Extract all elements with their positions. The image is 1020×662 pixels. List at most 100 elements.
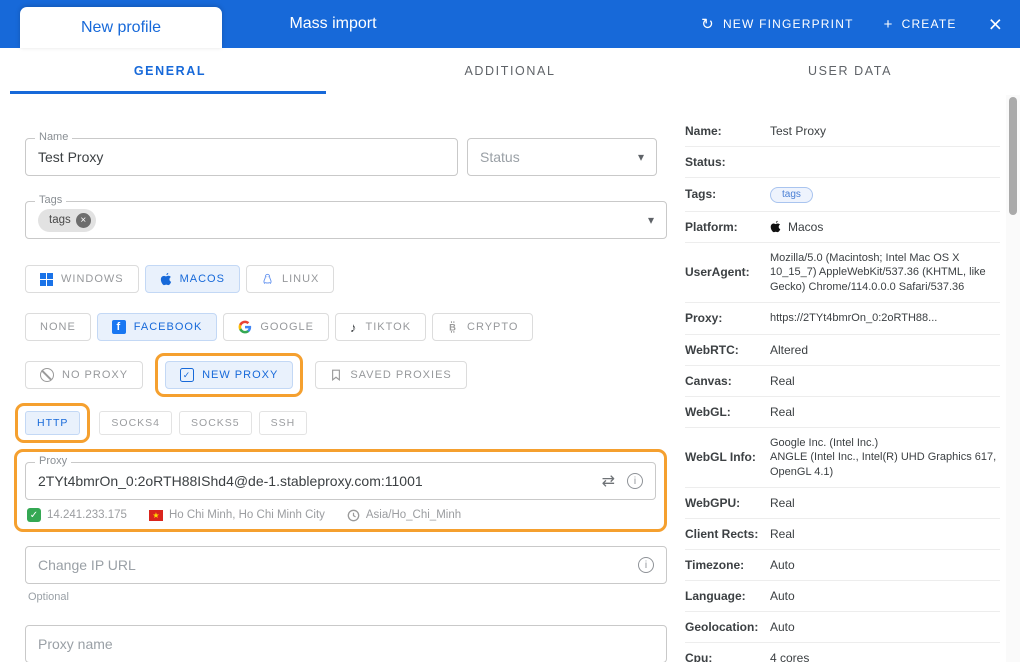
proxy-timezone: Asia/Ho_Chi_Minh [347,509,461,522]
summary-value: Test Proxy [770,124,827,138]
proxy-ip: ✓ 14.241.233.175 [27,508,127,522]
protocol-tab-socks4[interactable]: SOCKS4 [99,411,173,435]
protocol-tab-http[interactable]: HTTP [25,411,81,435]
summary-key: WebGL: [685,404,731,419]
summary-value: Real [770,373,795,388]
crypto-button[interactable]: B CRYPTO [432,313,534,341]
svg-text:B: B [449,321,457,332]
tab-mass-import[interactable]: Mass import [222,0,444,48]
linux-button[interactable]: LINUX [245,265,335,293]
summary-key: WebGL Info: [685,450,756,465]
new-proxy-button[interactable]: ✓ NEW PROXY [165,361,294,389]
summary-row-geolocation: Geolocation: Auto [685,612,1000,644]
summary-key: WebRTC: [685,342,739,357]
tab-new-profile-label: New profile [80,18,162,36]
os-selector: WINDOWS MACOS LINUX [25,265,667,293]
summary-value: Altered [770,342,809,357]
change-ip-field[interactable]: i [25,546,667,584]
scrollbar[interactable] [1009,97,1017,215]
create-label: CREATE [901,17,957,31]
google-icon [238,320,252,334]
highlight-new-proxy: ✓ NEW PROXY [155,353,304,397]
facebook-icon: f [111,320,126,334]
summary-row-platform: Platform: Macos [685,212,1000,243]
crypto-icon: B [449,321,457,333]
summary-row-timezone: Timezone: Auto [685,550,1000,582]
tab-user-data[interactable]: USER DATA [680,48,1020,94]
apple-icon [160,272,171,286]
summary-key: UserAgent: [685,265,750,280]
edit-box-icon: ✓ [180,368,195,382]
highlight-proxy-field: Proxy ⇄ i ✓ 14.241.233.175 ★ Ho Chi Minh… [14,449,667,532]
swap-icon[interactable]: ⇄ [602,471,615,491]
protocol-selector: HTTP SOCKS4 SOCKS5 SSH [15,403,667,443]
proxy-name-field[interactable] [25,625,667,662]
none-button[interactable]: NONE [25,313,91,341]
new-profile-window: New profile Mass import ↻ NEW FINGERPRIN… [0,0,1020,662]
info-icon[interactable]: i [627,473,643,489]
status-select[interactable]: Status ▾ [467,138,657,176]
tab-general[interactable]: GENERAL [0,48,340,94]
summary-key: Client Rects: [685,527,759,542]
tab-additional[interactable]: ADDITIONAL [340,48,680,94]
new-fingerprint-button[interactable]: ↻ NEW FINGERPRINT [701,17,853,32]
summary-key: WebGPU: [685,496,741,511]
name-field-label: Name [35,131,73,143]
create-button[interactable]: + CREATE [884,17,957,32]
summary-key: Tags: [685,187,717,202]
summary-row-name: Name: Test Proxy [685,116,1000,147]
macos-button[interactable]: MACOS [144,265,240,293]
proxy-input[interactable] [38,473,602,489]
summary-row-useragent: UserAgent: Mozilla/5.0 (Macintosh; Intel… [685,243,1000,304]
profile-form: Name Status ▾ Tags tags × ▾ [14,116,667,662]
tag-chip-label: tags [49,214,71,226]
summary-value: Real [770,527,795,542]
summary-row-canvas: Canvas: Real [685,366,1000,397]
close-icon[interactable]: × [987,12,1004,36]
socks5-label: SOCKS5 [191,417,240,429]
tiktok-icon: ♪ [350,319,358,335]
tags-field[interactable]: Tags tags × ▾ [25,194,667,239]
apple-icon [770,220,781,233]
summary-key: Language: [685,589,746,604]
summary-key: Proxy: [685,311,723,326]
tab-new-profile[interactable]: New profile [20,7,222,48]
summary-value-line2: ANGLE (Intel Inc., Intel(R) UHD Graphics… [770,451,997,478]
clock-icon [347,509,360,521]
summary-key: Status: [685,155,726,169]
highlight-http: HTTP [15,403,91,443]
protocol-tab-ssh[interactable]: SSH [258,411,308,435]
proxy-name-input[interactable] [38,636,654,652]
no-proxy-icon [40,368,54,382]
proxy-field[interactable]: Proxy ⇄ i [25,455,656,500]
change-ip-input[interactable] [38,557,638,573]
chevron-down-icon: ▾ [647,213,654,227]
info-icon[interactable]: i [638,557,654,573]
saved-proxies-button[interactable]: SAVED PROXIES [315,361,467,389]
no-proxy-button[interactable]: NO PROXY [25,361,144,389]
summary-key: Cpu: [685,651,713,662]
proxy-check-result: ✓ 14.241.233.175 ★ Ho Chi Minh, Ho Chi M… [25,508,656,522]
protocol-tab-socks5[interactable]: SOCKS5 [179,411,252,435]
facebook-button[interactable]: f FACEBOOK [96,313,218,341]
summary-value: Macos [788,219,824,234]
google-label: GOOGLE [260,321,314,333]
chevron-down-icon: ▾ [637,150,644,164]
plus-icon: + [883,15,894,33]
profile-summary: Name: Test Proxy Status: Tags: tags Plat… [685,116,1000,662]
name-field[interactable]: Name [25,131,458,176]
tiktok-button[interactable]: ♪ TIKTOK [335,313,427,341]
summary-row-cpu: Cpu: 4 cores [685,643,1000,662]
http-label: HTTP [37,417,69,429]
tag-remove-icon[interactable]: × [75,212,91,228]
proxy-timezone-text: Asia/Ho_Chi_Minh [365,509,462,521]
tab-user-data-label: USER DATA [807,64,893,78]
name-input[interactable] [38,149,445,165]
google-button[interactable]: GOOGLE [223,313,329,341]
tab-indicator [10,91,327,94]
section-tabs: GENERAL ADDITIONAL USER DATA [0,48,1020,94]
vietnam-flag-icon: ★ [148,509,163,521]
summary-key: Canvas: [685,373,732,388]
linux-label: LINUX [281,273,320,285]
windows-button[interactable]: WINDOWS [25,265,139,293]
